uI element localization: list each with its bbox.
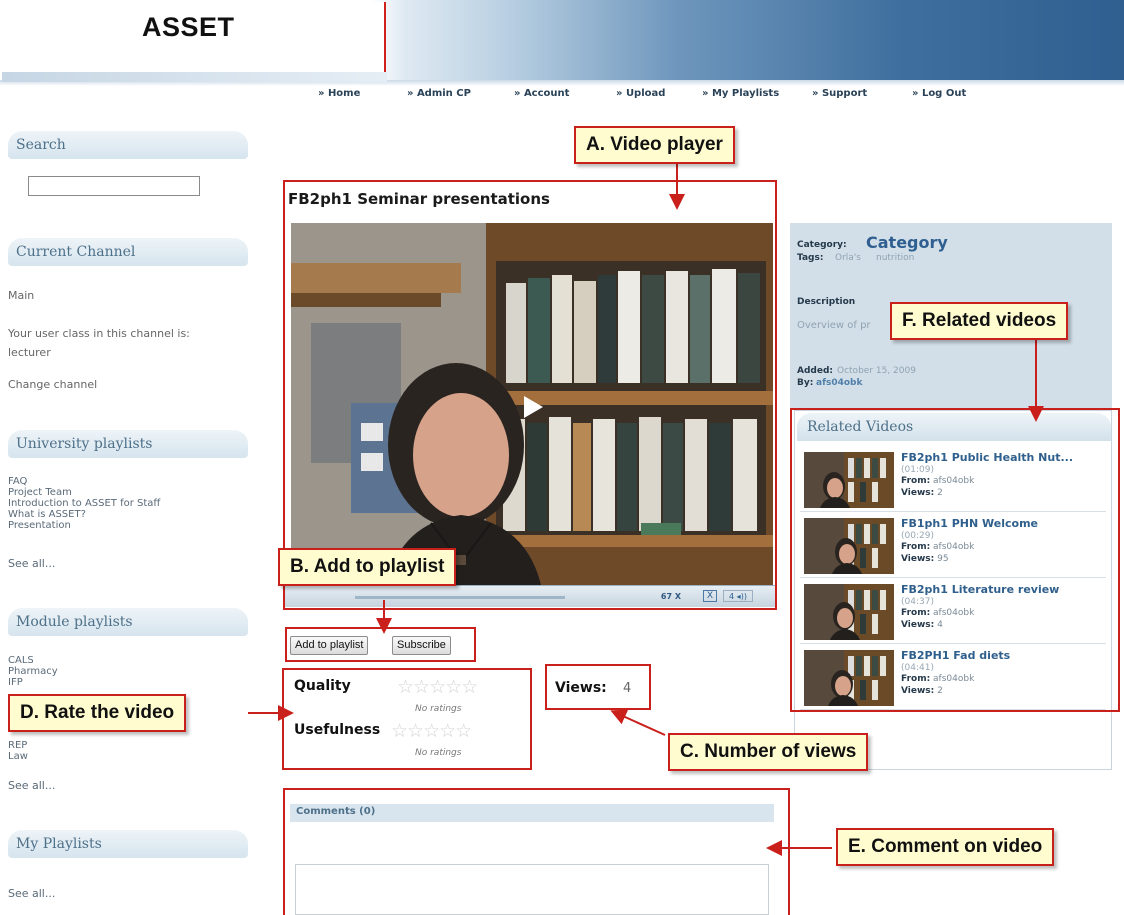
callout-add-to-playlist: B. Add to playlist: [278, 548, 457, 586]
arrow-c: [610, 709, 666, 736]
callout-arrows: [248, 164, 1044, 856]
callout-comment-on-video: E. Comment on video: [836, 828, 1055, 866]
callout-rate-the-video: D. Rate the video: [8, 694, 187, 732]
callout-video-player: A. Video player: [574, 126, 735, 164]
callout-number-of-views: C. Number of views: [668, 733, 869, 771]
callout-related-videos: F. Related videos: [890, 302, 1069, 340]
